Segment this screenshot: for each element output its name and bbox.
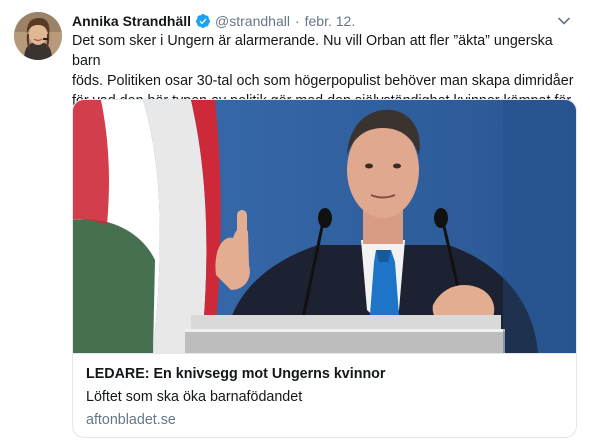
link-card-title[interactable]: LEDARE: En knivsegg mot Ungerns kvinnor [86, 364, 563, 384]
author-handle[interactable]: @strandhall [215, 13, 290, 29]
author-display-name[interactable]: Annika Strandhäll [72, 13, 191, 29]
header-separator: · [294, 13, 300, 29]
author-avatar[interactable] [14, 12, 62, 60]
link-card-body[interactable]: LEDARE: En knivsegg mot Ungerns kvinnor … [73, 353, 576, 437]
link-card[interactable]: LEDARE: En knivsegg mot Ungerns kvinnor … [72, 99, 577, 438]
tweet-date[interactable]: febr. 12. [305, 13, 356, 29]
article-photo-icon[interactable] [73, 100, 576, 353]
profile-photo-icon [14, 12, 62, 60]
link-card-description: Löftet som ska öka barnafödandet [86, 389, 303, 405]
link-card-domain: aftonbladet.se [86, 412, 176, 428]
tweet[interactable]: Annika Strandhäll @strandhall · febr. 12… [0, 0, 590, 443]
chevron-down-icon[interactable] [556, 13, 572, 29]
tweet-text-line: Det som sker i Ungern är alarmerande. Nu… [72, 33, 553, 69]
tweet-header: Annika Strandhäll @strandhall · febr. 12… [72, 11, 355, 31]
tweet-text-line: föds. Politiken osar 30-tal och som höge… [72, 73, 574, 89]
verified-badge-icon [195, 13, 211, 29]
